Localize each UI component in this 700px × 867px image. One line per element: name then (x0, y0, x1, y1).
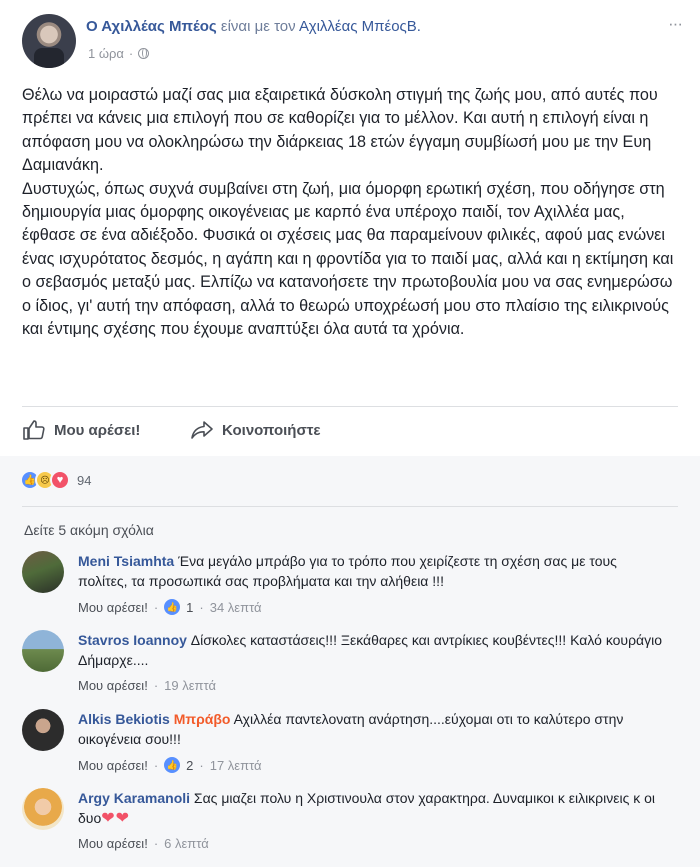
comment-author-link[interactable]: Stavros Ioannoy (78, 632, 187, 648)
comment-meta: Μου αρέσει! · 19 λεπτά (78, 678, 216, 693)
more-options-button[interactable]: ··· (668, 14, 683, 34)
comment-timestamp[interactable]: 17 λεπτά (210, 758, 262, 773)
post-paragraph: Δυστυχώς, όπως συχνά συμβαίνει στη ζωή, … (22, 179, 674, 339)
reaction-count[interactable]: 94 (77, 473, 91, 488)
share-button[interactable]: Κοινοποιήστε (190, 418, 321, 442)
reactions-summary[interactable]: 👍 ☹ ♥ 94 (20, 470, 91, 490)
comment-meta: Μου αρέσει! · 6 λεπτά (78, 836, 209, 851)
commenter-avatar[interactable] (22, 709, 64, 751)
comment-body: Alkis Bekiotis Μπράβο Αχιλλέα παντελονατ… (78, 709, 668, 749)
commenter-avatar[interactable] (22, 551, 64, 593)
comment-body: Argy Karamanoli Σας μιαζει πολυ η Χριστι… (78, 788, 668, 829)
comment-body: Meni Tsiamhta Ένα μεγάλο μπράβο για το τ… (78, 551, 668, 591)
meta-separator: · (199, 757, 204, 773)
comment-author-link[interactable]: Meni Tsiamhta (78, 553, 174, 569)
meta-separator: · (153, 678, 159, 693)
post-meta: 1 ώρα · (88, 46, 150, 61)
love-reaction-icon: ♥ (50, 470, 70, 490)
comment-timestamp[interactable]: 34 λεπτά (210, 600, 262, 615)
comment-timestamp[interactable]: 19 λεπτά (164, 678, 216, 693)
like-button-label: Μου αρέσει! (54, 421, 141, 439)
meta-separator: · (128, 46, 134, 61)
post-text: Θέλω να μοιραστώ μαζί σας μια εξαιρετικά… (22, 84, 682, 341)
post-header: Ο Αχιλλέας Μπέος είναι με τον Αχιλλέας Μ… (22, 14, 683, 70)
divider (22, 506, 678, 507)
comment-timestamp[interactable]: 6 λεπτά (164, 836, 209, 851)
post-timestamp[interactable]: 1 ώρα (88, 46, 124, 61)
meta-separator: · (153, 757, 159, 773)
like-button[interactable]: Μου αρέσει! (22, 418, 140, 442)
comment-meta: Μου αρέσει! · 👍 2 · 17 λεπτά (78, 757, 262, 773)
commenter-avatar[interactable] (22, 788, 64, 830)
comment-author-link[interactable]: Argy Karamanoli (78, 790, 190, 806)
thumbs-up-icon (23, 420, 45, 440)
meta-separator: · (153, 836, 159, 851)
comment-like-link[interactable]: Μου αρέσει! (78, 600, 148, 615)
meta-separator: · (153, 599, 159, 615)
heart-emoji-icon: ❤❤ (101, 810, 131, 827)
comment-like-link[interactable]: Μου αρέσει! (78, 678, 148, 693)
comment-like-count[interactable]: 1 (186, 600, 193, 615)
meta-separator: · (199, 599, 204, 615)
globe-icon[interactable] (138, 48, 150, 59)
commenter-avatar[interactable] (22, 630, 64, 672)
comment-like-link[interactable]: Μου αρέσει! (78, 758, 148, 773)
comment-meta: Μου αρέσει! · 👍 1 · 34 λεπτά (78, 599, 262, 615)
post-author-link[interactable]: Ο Αχιλλέας Μπέος (86, 18, 217, 35)
post-actions: Μου αρέσει! Κοινοποιήστε (22, 418, 678, 446)
tagged-person-link[interactable]: Αχιλλέας ΜπέοςΒ. (299, 18, 421, 35)
view-more-comments-link[interactable]: Δείτε 5 ακόμη σχόλια (24, 522, 154, 538)
post-with-label: είναι με τον (220, 18, 296, 35)
post-paragraph: Θέλω να μοιραστώ μαζί σας μια εξαιρετικά… (22, 86, 658, 175)
comment-sticker-tag: Μπράβο (173, 711, 231, 727)
comment-body: Stavros Ioannoy Δίσκολες καταστάσεις!!! … (78, 630, 668, 670)
author-avatar[interactable] (22, 14, 76, 68)
comment-like-link[interactable]: Μου αρέσει! (78, 836, 148, 851)
thumbs-up-icon: 👍 (164, 757, 181, 773)
comment-author-link[interactable]: Alkis Bekiotis (78, 711, 170, 727)
share-button-label: Κοινοποιήστε (222, 421, 321, 439)
comment-like-count[interactable]: 2 (186, 758, 193, 773)
thumbs-up-icon: 👍 (164, 599, 181, 615)
divider (22, 406, 678, 407)
share-arrow-icon (191, 421, 213, 439)
post-header-line: Ο Αχιλλέας Μπέος είναι με τον Αχιλλέας Μ… (86, 18, 421, 35)
